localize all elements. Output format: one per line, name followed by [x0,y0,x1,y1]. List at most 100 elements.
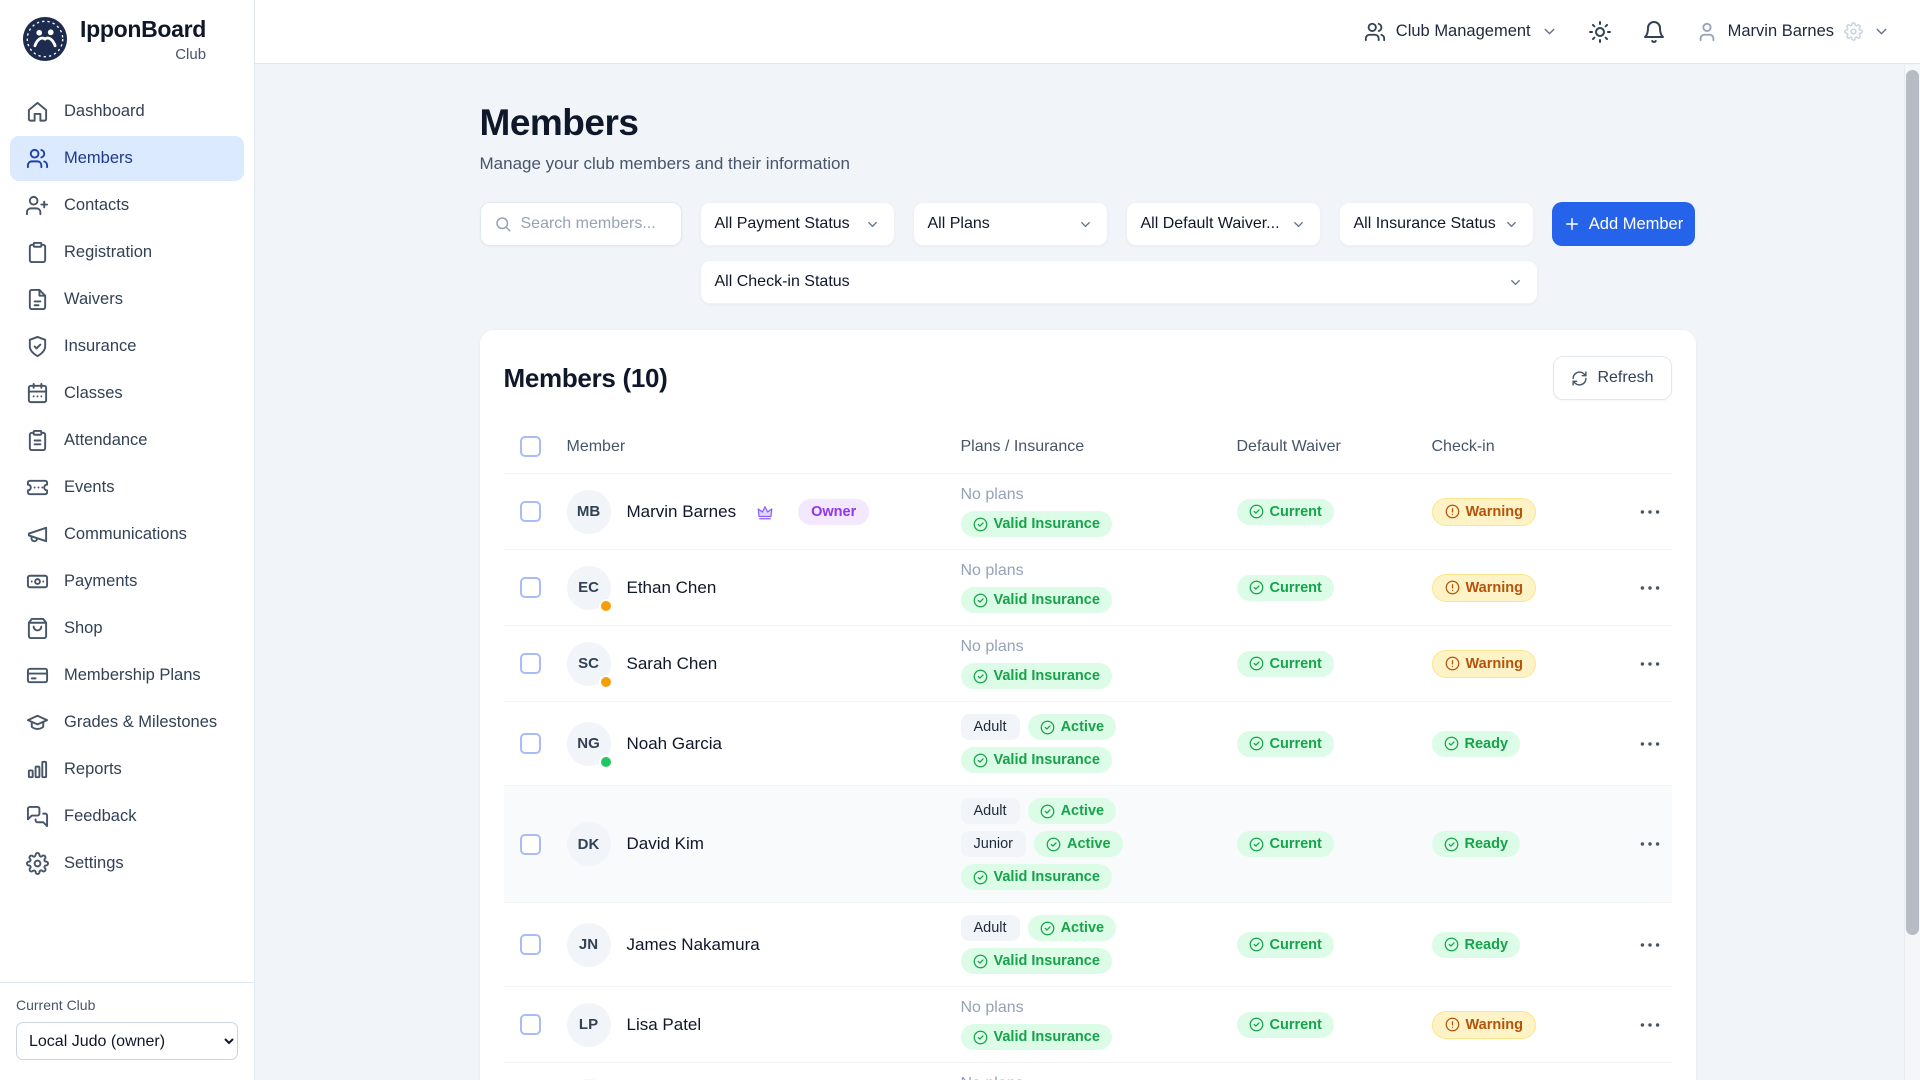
scrollbar-track[interactable] [1904,65,1920,1080]
club-management-menu[interactable]: Club Management [1364,21,1558,43]
default-waiver-cell: Current [1237,831,1432,857]
default-waiver-cell: Current [1237,499,1432,525]
table-row: ECEthan ChenNo plansValid InsuranceCurre… [504,549,1672,625]
row-checkbox[interactable] [520,501,541,522]
sidebar-item-registration[interactable]: Registration [10,230,244,275]
sidebar-item-insurance[interactable]: Insurance [10,324,244,369]
row-actions-button[interactable] [1637,932,1663,958]
sidebar-item-feedback[interactable]: Feedback [10,794,244,839]
insurance-status-filter[interactable]: All Insurance Status [1339,202,1534,246]
plan-line: AdultActive [961,915,1117,941]
check-circle-icon [973,1030,988,1045]
status-badge-label: Warning [1466,504,1523,520]
row-checkbox[interactable] [520,653,541,674]
table-row: NGNoah GarciaAdultActiveValid InsuranceC… [504,701,1672,785]
sidebar-item-contacts[interactable]: Contacts [10,183,244,228]
row-actions-button[interactable] [1637,575,1663,601]
column-header-member: Member [552,438,961,456]
row-actions-button[interactable] [1637,651,1663,677]
row-checkbox[interactable] [520,834,541,855]
current-club-select[interactable]: Local Judo (owner) [16,1022,238,1060]
check-circle-icon [973,870,988,885]
avatar: JN [567,923,611,967]
crown-icon [756,503,774,521]
sidebar-item-waivers[interactable]: Waivers [10,277,244,322]
sidebar-item-payments[interactable]: Payments [10,559,244,604]
sidebar-item-grades-milestones[interactable]: Grades & Milestones [10,700,244,745]
column-header-plans: Plans / Insurance [961,438,1237,456]
default-waiver-cell: Current [1237,651,1432,677]
member-cell: MBMarvin BarnesOwner [552,490,961,534]
sidebar-item-shop[interactable]: Shop [10,606,244,651]
chevron-down-icon [1873,23,1890,40]
sidebar-item-label: Feedback [64,807,136,826]
members-card: Members (10) Refresh Member Plans / Insu… [480,330,1696,1080]
sidebar-item-label: Grades & Milestones [64,713,217,732]
table-row: JNJames NakamuraAdultActiveValid Insuran… [504,902,1672,986]
status-badge-label: Warning [1466,580,1523,596]
check-circle-icon [1249,837,1264,852]
search-input[interactable] [521,215,668,233]
status-badge-label: Active [1067,836,1111,852]
avatar-initials: SC [578,655,599,672]
sidebar-item-label: Settings [64,854,124,873]
alert-circle-icon [1445,504,1460,519]
plan-tier-badge: Adult [961,714,1020,740]
member-name: Marvin Barnes [627,502,737,522]
status-badge: Current [1237,831,1334,857]
megaphone-icon [26,523,49,546]
sidebar-item-members[interactable]: Members [10,136,244,181]
payment-status-filter[interactable]: All Payment Status [700,202,895,246]
actions-cell [1628,932,1672,958]
plans-insurance-cell: No plansValid Insurance [961,999,1237,1050]
sidebar-item-settings[interactable]: Settings [10,841,244,886]
member-cell: SCSarah Chen [552,642,961,686]
status-badge: Current [1237,932,1334,958]
row-actions-button[interactable] [1637,1012,1663,1038]
status-badge: Current [1237,1012,1334,1038]
avatar: DK [567,822,611,866]
row-checkbox[interactable] [520,577,541,598]
plans-insurance-cell: AdultActiveValid Insurance [961,714,1237,773]
sidebar-item-label: Reports [64,760,122,779]
check-circle-icon [1444,837,1459,852]
row-actions-button[interactable] [1637,499,1663,525]
add-member-label: Add Member [1589,215,1683,234]
checkin-status-filter[interactable]: All Check-in Status [700,260,1538,304]
plans-filter[interactable]: All Plans [913,202,1108,246]
select-all-checkbox[interactable] [520,436,541,457]
member-name: James Nakamura [627,935,760,955]
status-badge: Active [1028,798,1117,824]
status-badge: Valid Insurance [961,511,1112,537]
scrollbar-thumb[interactable] [1906,70,1919,935]
refresh-icon [1571,370,1588,387]
sidebar-item-communications[interactable]: Communications [10,512,244,557]
avatar-initials: DK [578,836,600,853]
sidebar-item-label: Payments [64,572,137,591]
status-badge-label: Current [1270,836,1322,852]
user-menu[interactable]: Marvin Barnes [1696,21,1890,43]
sidebar-item-membership-plans[interactable]: Membership Plans [10,653,244,698]
refresh-button[interactable]: Refresh [1553,356,1671,400]
sidebar-item-attendance[interactable]: Attendance [10,418,244,463]
sidebar-item-dashboard[interactable]: Dashboard [10,89,244,134]
notifications-button[interactable] [1642,20,1666,44]
row-actions-button[interactable] [1637,731,1663,757]
add-member-button[interactable]: Add Member [1552,202,1695,246]
plans-insurance-cell: AdultActiveJuniorActiveValid Insurance [961,798,1237,890]
sidebar-item-classes[interactable]: Classes [10,371,244,416]
checkin-status-value: All Check-in Status [715,273,850,291]
member-name: Lisa Patel [627,1015,702,1035]
row-checkbox[interactable] [520,1014,541,1035]
default-waiver-filter[interactable]: All Default Waiver... [1126,202,1321,246]
row-checkbox[interactable] [520,934,541,955]
theme-toggle-button[interactable] [1588,20,1612,44]
status-badge-label: Current [1270,656,1322,672]
row-actions-button[interactable] [1637,831,1663,857]
sidebar-item-events[interactable]: Events [10,465,244,510]
avatar-initials: MB [577,503,600,520]
sidebar-item-reports[interactable]: Reports [10,747,244,792]
row-checkbox[interactable] [520,733,541,754]
no-plans-text: No plans [961,1075,1024,1080]
actions-cell [1628,575,1672,601]
